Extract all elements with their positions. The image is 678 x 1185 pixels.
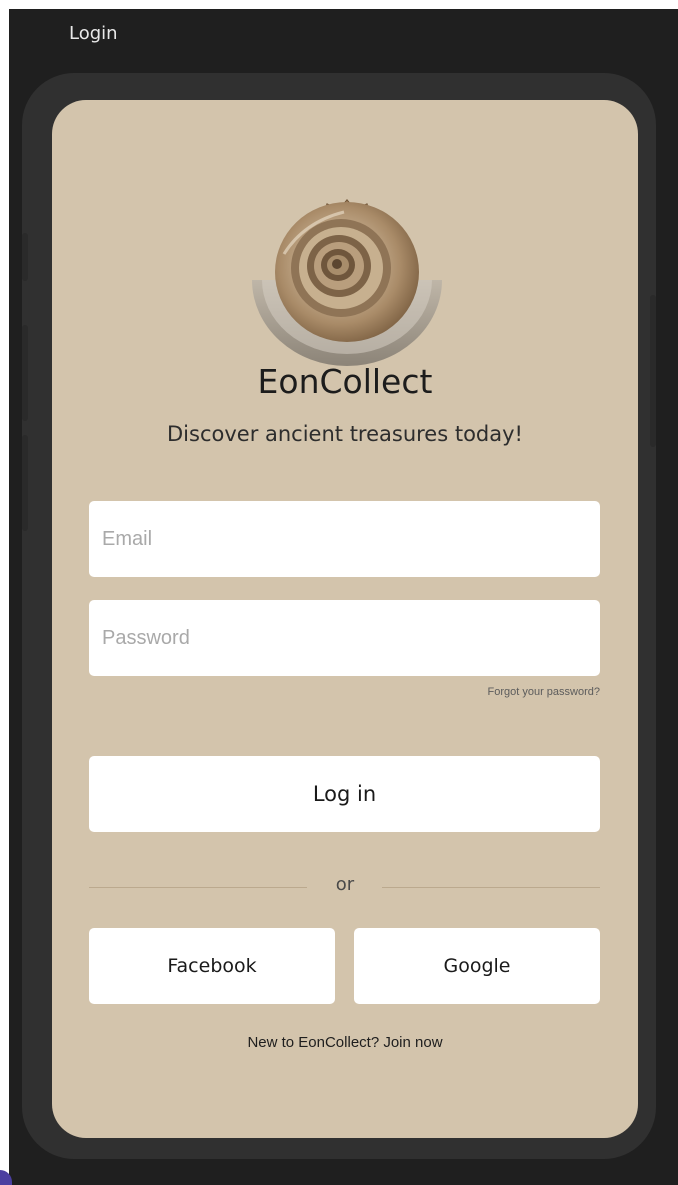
email-input[interactable] — [89, 501, 600, 577]
app-tagline: Discover ancient treasures today! — [167, 422, 523, 446]
password-field[interactable] — [89, 600, 600, 676]
signup-prompt: New to EonCollect? Join now — [52, 1034, 638, 1051]
facebook-login-button[interactable]: Facebook — [89, 928, 335, 1004]
divider-label: or — [335, 874, 355, 895]
phone-side-button — [22, 233, 28, 281]
divider-line-right — [382, 887, 600, 888]
phone-side-button — [22, 325, 28, 421]
signup-prompt-text: New to EonCollect? — [247, 1034, 380, 1051]
login-button[interactable]: Log in — [89, 756, 600, 832]
google-login-button[interactable]: Google — [354, 928, 600, 1004]
email-field[interactable] — [89, 501, 600, 577]
phone-screen: EonCollect Discover ancient treasures to… — [52, 100, 638, 1138]
password-input[interactable] — [89, 600, 600, 676]
app-name: EonCollect — [257, 362, 433, 401]
forgot-password-link[interactable]: Forgot your password? — [488, 686, 601, 698]
join-now-link[interactable]: Join now — [383, 1034, 442, 1051]
ammonite-fossil-logo — [252, 199, 442, 366]
window-title: Login — [69, 23, 118, 44]
phone-side-button — [22, 435, 28, 531]
phone-side-button — [650, 295, 656, 447]
